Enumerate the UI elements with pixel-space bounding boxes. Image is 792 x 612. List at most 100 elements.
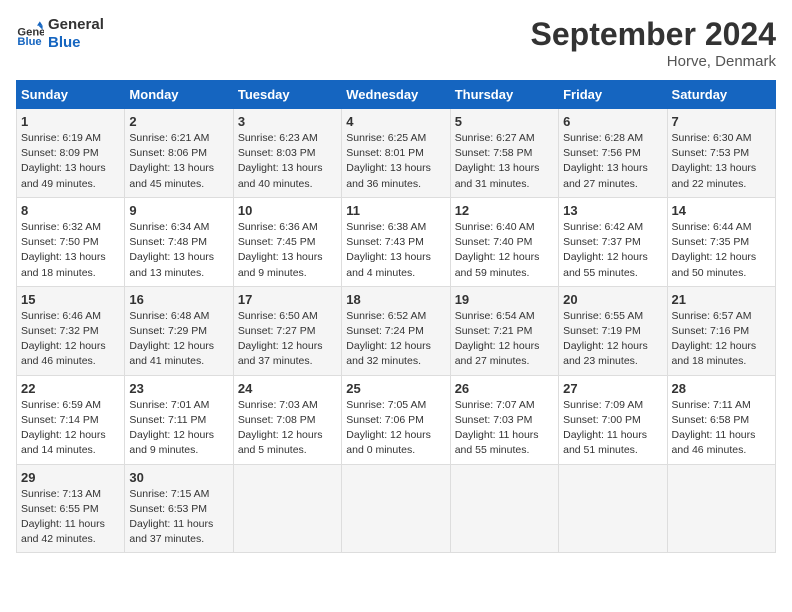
cell-text: Daylight: 12 hours xyxy=(238,339,337,354)
day-number: 1 xyxy=(21,114,120,129)
cell-text: and 13 minutes. xyxy=(129,266,228,281)
col-header-thursday: Thursday xyxy=(450,81,558,109)
cell-text: Sunrise: 6:28 AM xyxy=(563,131,662,146)
calendar-cell: 30Sunrise: 7:15 AMSunset: 6:53 PMDayligh… xyxy=(125,464,233,553)
calendar-cell: 21 Sunrise: 6:57 AMSunset: 7:16 PMDayligh… xyxy=(667,286,775,375)
cell-text: Sunrise: 6:54 AM xyxy=(455,309,554,324)
cell-text: and 55 minutes. xyxy=(455,443,554,458)
cell-text: and 40 minutes. xyxy=(238,177,337,192)
day-number: 26 xyxy=(455,381,554,396)
cell-text: Sunset: 8:03 PM xyxy=(238,146,337,161)
calendar-cell xyxy=(450,464,558,553)
cell-text: Daylight: 11 hours xyxy=(455,428,554,443)
cell-text: Sunrise: 6:44 AM xyxy=(672,220,771,235)
cell-text: Sunrise: 6:34 AM xyxy=(129,220,228,235)
cell-text: Sunrise: 6:27 AM xyxy=(455,131,554,146)
cell-text: Daylight: 11 hours xyxy=(563,428,662,443)
cell-text: Sunrise: 6:48 AM xyxy=(129,309,228,324)
calendar-cell: 26Sunrise: 7:07 AMSunset: 7:03 PMDayligh… xyxy=(450,375,558,464)
cell-text: Daylight: 11 hours xyxy=(21,517,120,532)
cell-text: Daylight: 12 hours xyxy=(129,339,228,354)
cell-text: Sunset: 7:32 PM xyxy=(21,324,120,339)
day-number: 6 xyxy=(563,114,662,129)
cell-text: and 4 minutes. xyxy=(346,266,445,281)
calendar-cell: 4Sunrise: 6:25 AMSunset: 8:01 PMDaylight… xyxy=(342,109,450,198)
cell-text: and 46 minutes. xyxy=(672,443,771,458)
cell-text: Sunrise: 6:36 AM xyxy=(238,220,337,235)
cell-text: and 51 minutes. xyxy=(563,443,662,458)
cell-text: Sunrise: 7:01 AM xyxy=(129,398,228,413)
calendar-cell: 18Sunrise: 6:52 AMSunset: 7:24 PMDayligh… xyxy=(342,286,450,375)
cell-text: Sunrise: 6:40 AM xyxy=(455,220,554,235)
cell-text: Sunset: 7:03 PM xyxy=(455,413,554,428)
cell-text: Daylight: 12 hours xyxy=(129,428,228,443)
day-number: 12 xyxy=(455,203,554,218)
cell-text: Sunset: 7:11 PM xyxy=(129,413,228,428)
cell-text: and 42 minutes. xyxy=(21,532,120,547)
title-area: September 2024 Horve, Denmark xyxy=(531,16,776,70)
day-number: 21 xyxy=(672,292,771,307)
calendar-cell: 27Sunrise: 7:09 AMSunset: 7:00 PMDayligh… xyxy=(559,375,667,464)
cell-text: Daylight: 12 hours xyxy=(672,250,771,265)
calendar-cell: 23Sunrise: 7:01 AMSunset: 7:11 PMDayligh… xyxy=(125,375,233,464)
page-header: General Blue General Blue September 2024… xyxy=(16,16,776,70)
cell-text: Daylight: 12 hours xyxy=(563,339,662,354)
day-number: 28 xyxy=(672,381,771,396)
calendar-cell xyxy=(233,464,341,553)
cell-text: Sunrise: 6:19 AM xyxy=(21,131,120,146)
cell-text: Daylight: 13 hours xyxy=(129,250,228,265)
day-number: 3 xyxy=(238,114,337,129)
cell-text: Sunset: 7:40 PM xyxy=(455,235,554,250)
calendar-cell: 6 Sunrise: 6:28 AMSunset: 7:56 PMDaylight… xyxy=(559,109,667,198)
day-number: 15 xyxy=(21,292,120,307)
cell-text: Sunrise: 6:25 AM xyxy=(346,131,445,146)
calendar-cell xyxy=(667,464,775,553)
month-title: September 2024 xyxy=(531,16,776,53)
calendar-cell: 2Sunrise: 6:21 AMSunset: 8:06 PMDaylight… xyxy=(125,109,233,198)
cell-text: Sunset: 8:06 PM xyxy=(129,146,228,161)
cell-text: and 18 minutes. xyxy=(21,266,120,281)
cell-text: Sunset: 7:16 PM xyxy=(672,324,771,339)
cell-text: Daylight: 13 hours xyxy=(672,161,771,176)
cell-text: Sunrise: 6:30 AM xyxy=(672,131,771,146)
calendar-cell: 24Sunrise: 7:03 AMSunset: 7:08 PMDayligh… xyxy=(233,375,341,464)
cell-text: and 37 minutes. xyxy=(129,532,228,547)
cell-text: Sunset: 7:24 PM xyxy=(346,324,445,339)
calendar-cell: 29Sunrise: 7:13 AMSunset: 6:55 PMDayligh… xyxy=(17,464,125,553)
logo-text-line2: Blue xyxy=(48,34,104,52)
cell-text: Sunset: 7:58 PM xyxy=(455,146,554,161)
cell-text: Sunset: 8:01 PM xyxy=(346,146,445,161)
cell-text: Sunrise: 6:21 AM xyxy=(129,131,228,146)
col-header-friday: Friday xyxy=(559,81,667,109)
cell-text: and 32 minutes. xyxy=(346,354,445,369)
calendar-table: SundayMondayTuesdayWednesdayThursdayFrid… xyxy=(16,80,776,553)
week-row-3: 15Sunrise: 6:46 AMSunset: 7:32 PMDayligh… xyxy=(17,286,776,375)
cell-text: Daylight: 12 hours xyxy=(21,339,120,354)
day-number: 11 xyxy=(346,203,445,218)
cell-text: Sunset: 6:58 PM xyxy=(672,413,771,428)
cell-text: Daylight: 12 hours xyxy=(21,428,120,443)
calendar-cell: 7Sunrise: 6:30 AMSunset: 7:53 PMDaylight… xyxy=(667,109,775,198)
cell-text: Sunset: 7:27 PM xyxy=(238,324,337,339)
cell-text: Daylight: 13 hours xyxy=(563,161,662,176)
cell-text: Sunrise: 6:57 AM xyxy=(672,309,771,324)
cell-text: Sunset: 7:29 PM xyxy=(129,324,228,339)
cell-text: Sunrise: 7:03 AM xyxy=(238,398,337,413)
cell-text: Sunset: 7:37 PM xyxy=(563,235,662,250)
day-number: 16 xyxy=(129,292,228,307)
cell-text: Sunrise: 7:13 AM xyxy=(21,487,120,502)
logo-icon: General Blue xyxy=(16,20,44,48)
cell-text: Sunset: 6:55 PM xyxy=(21,502,120,517)
col-header-saturday: Saturday xyxy=(667,81,775,109)
calendar-cell: 17Sunrise: 6:50 AMSunset: 7:27 PMDayligh… xyxy=(233,286,341,375)
cell-text: Daylight: 13 hours xyxy=(21,250,120,265)
calendar-cell: 9Sunrise: 6:34 AMSunset: 7:48 PMDaylight… xyxy=(125,197,233,286)
cell-text: Daylight: 12 hours xyxy=(672,339,771,354)
day-number: 22 xyxy=(21,381,120,396)
cell-text: and 36 minutes. xyxy=(346,177,445,192)
cell-text: Sunset: 7:19 PM xyxy=(563,324,662,339)
calendar-cell: 22Sunrise: 6:59 AMSunset: 7:14 PMDayligh… xyxy=(17,375,125,464)
cell-text: Sunrise: 6:59 AM xyxy=(21,398,120,413)
header-row: SundayMondayTuesdayWednesdayThursdayFrid… xyxy=(17,81,776,109)
cell-text: Sunset: 7:56 PM xyxy=(563,146,662,161)
